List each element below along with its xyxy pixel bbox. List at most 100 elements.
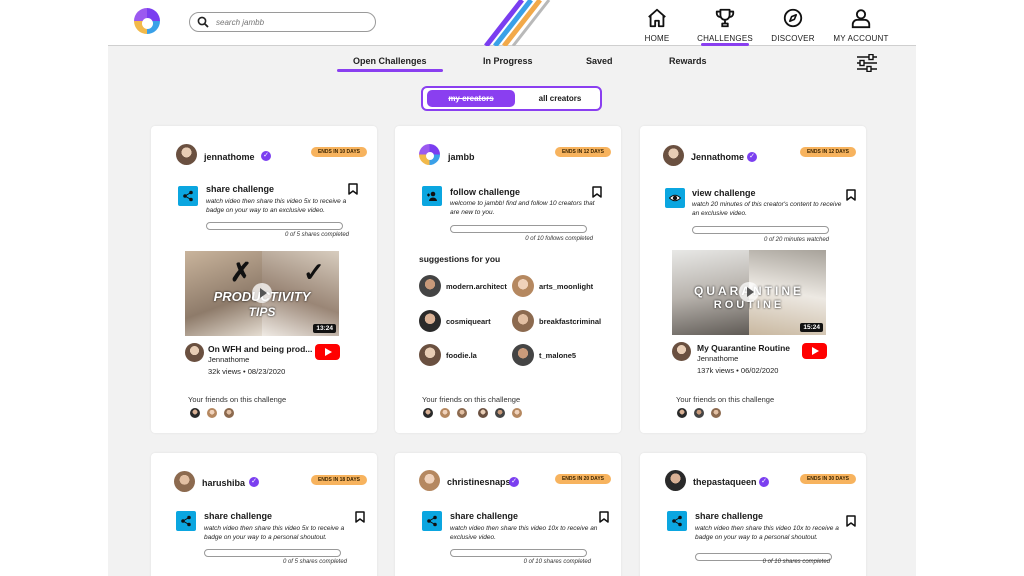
video-title[interactable]: On WFH and being prod... [208,344,312,354]
home-icon [648,8,666,28]
challenge-progress-bar [204,549,341,557]
friend-avatar[interactable] [711,408,721,418]
check-mark-icon: ✓ [303,257,325,287]
nav-my-account[interactable]: MY ACCOUNT [824,7,898,43]
challenge-title: view challenge [692,188,756,198]
creator-name[interactable]: christinesnaps [447,477,511,487]
creator-avatar[interactable] [176,144,197,165]
challenge-description: watch video then share this video 5x to … [206,198,347,214]
friend-avatar[interactable] [423,408,433,418]
share-icon [181,515,191,527]
creator-avatar[interactable] [663,145,684,166]
video-title[interactable]: My Quarantine Routine [697,343,790,353]
creator-name[interactable]: Jennathome [691,152,744,162]
play-icon[interactable] [252,283,272,303]
share-icon [672,515,682,527]
suggested-creator-name[interactable]: t_malone5 [539,351,576,360]
tab-saved[interactable]: Saved [586,56,613,66]
creator-avatar[interactable] [665,470,686,491]
creator-name[interactable]: jambb [448,152,475,162]
challenge-type-icon [178,186,198,206]
video-thumbnail[interactable]: ✗ ✓ PRODUCTIVITY TIPS 13:24 [185,251,339,336]
bookmark-icon[interactable] [846,189,856,201]
share-icon [183,190,193,202]
suggested-creator-name[interactable]: modern.architect [446,282,507,291]
friend-avatar[interactable] [207,408,217,418]
friend-avatar[interactable] [457,408,467,418]
compass-icon [783,8,803,28]
video-channel: Jennathome [697,354,739,363]
suggested-creator-avatar[interactable] [512,310,534,332]
search-bar[interactable] [189,12,376,32]
tab-in-progress[interactable]: In Progress [483,56,533,66]
verified-badge-icon: ✓ [759,477,769,487]
play-icon[interactable] [739,282,759,302]
toggle-my-creators[interactable]: my creators [427,90,515,107]
challenge-card[interactable]: Jennathome ✓ ENDS IN 12 DAYS view challe… [640,126,866,433]
creator-name[interactable]: thepastaqueen [693,477,757,487]
jambb-logo[interactable] [134,8,160,34]
progress-text: 0 of 10 shares completed [762,559,830,565]
suggested-creator-avatar[interactable] [419,275,441,297]
suggested-creator-avatar[interactable] [512,275,534,297]
bookmark-icon[interactable] [348,183,358,195]
suggested-creator-name[interactable]: arts_moonlight [539,282,593,291]
friend-avatar[interactable] [190,408,200,418]
bookmark-icon[interactable] [355,511,365,523]
friend-avatar[interactable] [694,408,704,418]
challenge-subtabs: Open Challenges In Progress Saved Reward… [108,46,916,78]
suggested-creator-avatar[interactable] [419,344,441,366]
friend-avatar[interactable] [512,408,522,418]
verified-badge-icon: ✓ [261,151,271,161]
challenge-type-icon [422,186,442,206]
suggested-creator-name[interactable]: breakfastcriminal [539,317,601,326]
challenge-title: share challenge [695,511,764,521]
nav-home[interactable]: HOME [620,7,694,43]
friend-avatar[interactable] [224,408,234,418]
youtube-icon[interactable] [315,344,340,360]
add-user-icon [427,191,437,201]
tab-open-challenges[interactable]: Open Challenges [337,56,442,72]
suggested-creator-name[interactable]: cosmiqueart [446,317,491,326]
challenge-card[interactable]: thepastaqueen ✓ ENDS IN 30 DAYS share ch… [640,453,866,576]
toggle-all-creators[interactable]: all creators [523,90,597,107]
search-input[interactable] [216,15,366,29]
thumbnail-overlay-text: TIPS [248,305,276,319]
bookmark-icon[interactable] [599,511,609,523]
nav-challenges[interactable]: CHALLENGES [688,7,762,46]
creator-name[interactable]: jennathome [204,152,255,162]
friend-avatar[interactable] [677,408,687,418]
challenge-description: welcome to jambb! find and follow 10 cre… [450,200,595,216]
creator-avatar[interactable] [174,471,195,492]
video-thumbnail[interactable]: QUARANTINE ROUTINE 15:24 [672,250,826,335]
video-channel-avatar[interactable] [185,343,204,362]
challenge-card[interactable]: harushiba ✓ ENDS IN 18 DAYS share challe… [151,453,377,576]
friend-avatar[interactable] [495,408,505,418]
creator-avatar[interactable] [419,470,440,491]
bookmark-icon[interactable] [592,186,602,198]
challenge-progress-bar [450,549,587,557]
video-channel-avatar[interactable] [672,342,691,361]
creator-avatar[interactable] [419,144,440,165]
suggested-creator-avatar[interactable] [512,344,534,366]
ends-badge: ENDS IN 18 DAYS [310,475,367,485]
challenge-type-icon [667,511,687,531]
friends-label: Your friends on this challenge [676,395,775,404]
challenge-card[interactable]: jennathome ✓ ENDS IN 10 DAYS share chall… [151,126,377,433]
friend-avatar[interactable] [440,408,450,418]
video-meta: 32k views • 08/23/2020 [208,367,286,376]
challenge-card[interactable]: christinesnaps ✓ ENDS IN 20 DAYS share c… [395,453,621,576]
tab-rewards[interactable]: Rewards [669,56,707,66]
friend-avatar[interactable] [478,408,488,418]
verified-badge-icon: ✓ [747,152,757,162]
progress-text: 0 of 10 follows completed [525,236,593,242]
filter-sliders-icon[interactable] [856,54,878,72]
bookmark-icon[interactable] [846,515,856,527]
youtube-icon[interactable] [802,343,827,359]
suggested-creator-name[interactable]: foodie.la [446,351,477,360]
nav-discover[interactable]: DISCOVER [756,7,830,43]
challenge-type-icon [422,511,442,531]
challenge-card[interactable]: jambb ENDS IN 12 DAYS follow challenge w… [395,126,621,433]
creator-name[interactable]: harushiba [202,478,245,488]
suggested-creator-avatar[interactable] [419,310,441,332]
